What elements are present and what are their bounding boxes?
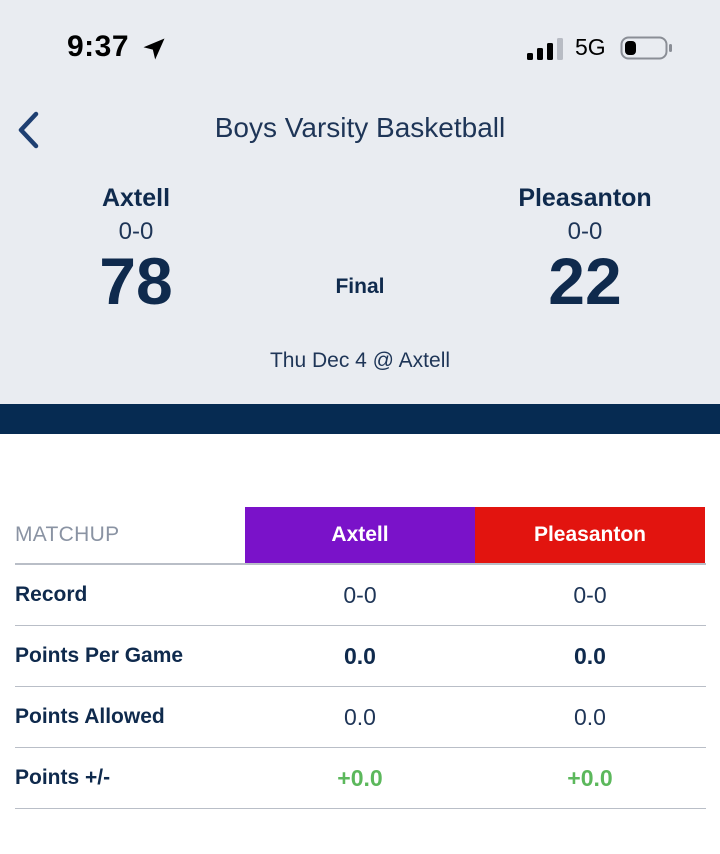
table-row: Record 0-0 0-0 (15, 565, 706, 626)
location-arrow-icon (143, 38, 165, 60)
row-label: Points +/- (15, 766, 111, 789)
table-row: Points Per Game 0.0 0.0 (15, 626, 706, 687)
team1-value: 0.0 (344, 642, 376, 669)
row-label: Points Per Game (15, 644, 184, 667)
team2-value: 0.0 (574, 703, 606, 730)
signal-icon (527, 38, 563, 60)
row-label: Record (15, 583, 88, 606)
home-team-name: Axtell (101, 184, 171, 212)
team2-column-header: Pleasanton (475, 507, 705, 563)
page-title: Boys Varsity Basketball (214, 112, 506, 143)
status-bar: 9:37 5G (0, 0, 720, 96)
table-row: Points Allowed 0.0 0.0 (15, 687, 706, 748)
matchup-table: MATCHUP Axtell Pleasanton Record 0-0 0-0… (15, 507, 706, 809)
away-team-score: 22 (548, 244, 622, 318)
matchup-header-row: MATCHUP Axtell Pleasanton (15, 507, 706, 565)
team1-column-header: Axtell (245, 507, 475, 563)
row-label: Points Allowed (15, 705, 165, 728)
network-type: 5G (575, 34, 606, 60)
game-info: Thu Dec 4 @ Axtell (269, 349, 451, 372)
home-team[interactable]: Axtell 0-0 78 (0, 184, 276, 320)
away-team[interactable]: Pleasanton 0-0 22 (445, 184, 720, 320)
status-time: 9:37 (67, 30, 130, 63)
battery-icon (620, 36, 672, 60)
team1-value: +0.0 (337, 764, 383, 791)
team1-value: 0-0 (343, 581, 377, 608)
divider-bar (0, 404, 720, 434)
away-team-name: Pleasanton (518, 184, 652, 212)
team2-value: 0-0 (573, 581, 607, 608)
team2-value: +0.0 (567, 764, 613, 791)
matchup-header-label: MATCHUP (15, 523, 120, 546)
team2-value: 0.0 (574, 642, 606, 669)
table-row: Points +/- +0.0 +0.0 (15, 748, 706, 809)
team1-value: 0.0 (344, 703, 376, 730)
